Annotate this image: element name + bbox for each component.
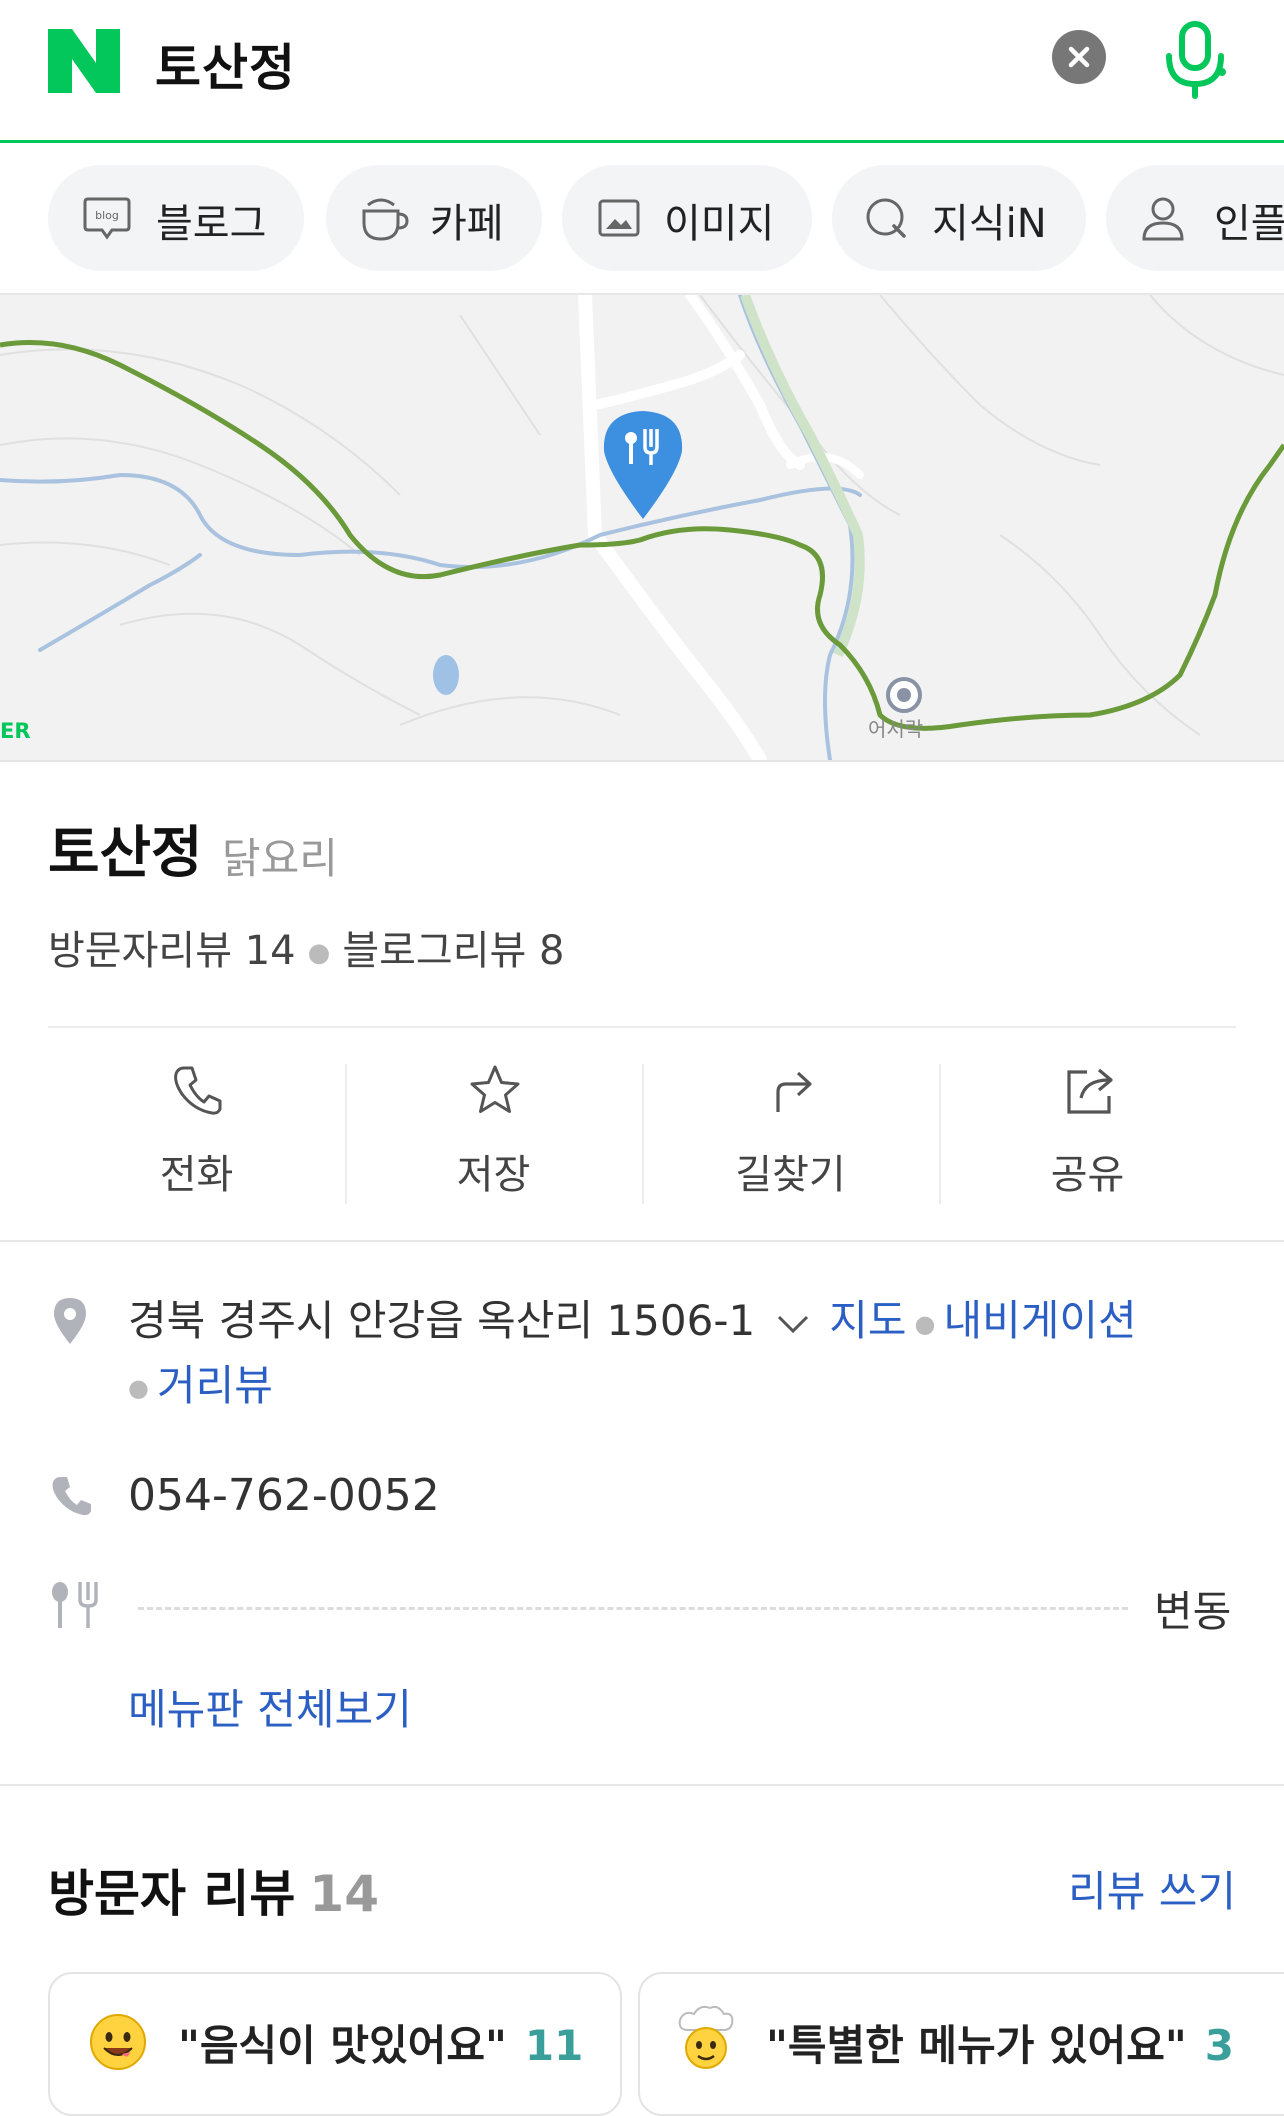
tab-kin[interactable]: 지식iN — [832, 165, 1086, 271]
search-query[interactable]: 토산정 — [155, 28, 296, 100]
write-review-link[interactable]: 리뷰 쓰기 — [1068, 1858, 1236, 1919]
call-label: 전화 — [159, 1152, 234, 1198]
review-summary: 방문자리뷰 14 ● 블로그리뷰 8 — [48, 918, 564, 976]
map-link[interactable]: 지도 — [829, 1296, 906, 1345]
naver-logo[interactable] — [48, 29, 120, 93]
review-keyword-chip[interactable]: "특별한 메뉴가 있어요" 3 — [638, 1972, 1284, 2116]
voice-search-button[interactable] — [1160, 20, 1230, 100]
save-button[interactable]: 저장 — [345, 1060, 642, 1200]
place-map[interactable]: 어서락 ER — [0, 295, 1284, 762]
smiley-emoji-icon — [90, 2014, 146, 2070]
visitor-reviews-title: 방문자 리뷰 — [48, 1865, 296, 1923]
call-button[interactable]: 전화 — [48, 1060, 345, 1200]
navigation-link[interactable]: 내비게이션 — [943, 1296, 1136, 1345]
chevron-down-icon[interactable] — [771, 1309, 815, 1339]
svg-text:blog: blog — [95, 209, 119, 222]
search-header: 토산정 — [0, 0, 1284, 143]
menu-dotted-leader — [138, 1607, 1128, 1610]
map-logo: ER — [0, 719, 31, 743]
phone-icon — [174, 1066, 222, 1115]
place-category: 닭요리 — [222, 834, 338, 883]
tab-kin-label: 지식iN — [932, 201, 1047, 247]
share-button[interactable]: 공유 — [939, 1060, 1236, 1200]
tab-blog-label: 블로그 — [156, 201, 267, 247]
tab-influencer[interactable]: 인플 — [1106, 165, 1284, 271]
share-label: 공유 — [1050, 1152, 1125, 1198]
divider — [48, 1026, 1236, 1028]
menu-icon — [52, 1582, 98, 1628]
map-canvas — [0, 295, 1284, 760]
visitor-reviews-count: 14 — [309, 1865, 380, 1923]
review-keyword-label: "특별한 메뉴가 있어요" — [766, 2021, 1187, 2070]
location-pin-icon — [54, 1298, 86, 1344]
close-icon — [1068, 46, 1090, 68]
save-label: 저장 — [456, 1152, 531, 1198]
review-keyword-label: "음식이 맛있어요" — [178, 2021, 507, 2070]
star-icon — [470, 1065, 520, 1113]
review-keyword-count: 11 — [524, 2021, 584, 2070]
restaurant-marker-icon[interactable] — [598, 407, 688, 521]
tab-cafe[interactable]: 카페 — [326, 165, 542, 271]
search-tabs: blog 블로그 카페 이미지 지식iN 인플 — [0, 143, 1284, 295]
tab-influencer-label: 인플 — [1214, 201, 1284, 247]
phone-small-icon — [52, 1477, 91, 1516]
visitor-reviews-heading: 방문자 리뷰 14 — [48, 1854, 379, 1926]
separator-dot: ● — [307, 938, 331, 968]
review-keyword-chip[interactable]: "음식이 맛있어요" 11 — [48, 1972, 622, 2116]
separator-dot: ● — [914, 1309, 936, 1338]
directions-icon — [776, 1071, 812, 1112]
review-keyword-text: "음식이 맛있어요" 11 — [178, 2012, 583, 2073]
phone-number[interactable]: 054-762-0052 — [128, 1470, 440, 1521]
share-icon — [1067, 1068, 1113, 1114]
map-poi-label: 어서락 — [868, 717, 924, 741]
directions-button[interactable]: 길찾기 — [642, 1060, 939, 1200]
chef-emoji-icon — [678, 2005, 734, 2069]
directions-label: 길찾기 — [735, 1152, 846, 1198]
menu-full-view-link[interactable]: 메뉴판 전체보기 — [128, 1676, 412, 1737]
street-view-link[interactable]: 거리뷰 — [157, 1361, 273, 1410]
image-icon — [598, 199, 640, 237]
section-divider — [0, 1240, 1284, 1242]
tab-cafe-label: 카페 — [430, 201, 504, 247]
menu-price: 변동 — [1154, 1587, 1232, 1636]
cafe-icon — [362, 198, 409, 241]
separator-dot: ● — [128, 1374, 149, 1402]
review-keyword-count: 3 — [1204, 2021, 1235, 2070]
tab-image[interactable]: 이미지 — [562, 165, 812, 271]
blog-icon: blog — [83, 197, 131, 240]
blog-review-count-link[interactable]: 블로그리뷰 8 — [342, 928, 564, 974]
place-name: 토산정 — [48, 821, 203, 886]
kin-icon — [866, 198, 906, 238]
tab-blog[interactable]: blog 블로그 — [48, 165, 304, 271]
visitor-review-count-link[interactable]: 방문자리뷰 14 — [48, 928, 296, 974]
clear-search-button[interactable] — [1052, 30, 1106, 84]
review-keyword-text: "특별한 메뉴가 있어요" 3 — [766, 2012, 1234, 2073]
person-icon — [1142, 197, 1184, 241]
section-divider — [0, 1784, 1284, 1786]
address-text: 경북 경주시 안강읍 옥산리 1506-1 — [128, 1296, 756, 1345]
tab-image-label: 이미지 — [664, 201, 775, 247]
address-block: 경북 경주시 안강읍 옥산리 1506-1 지도 ● 내비게이션 ● 거리뷰 — [128, 1290, 1248, 1419]
mic-icon — [1166, 21, 1226, 99]
